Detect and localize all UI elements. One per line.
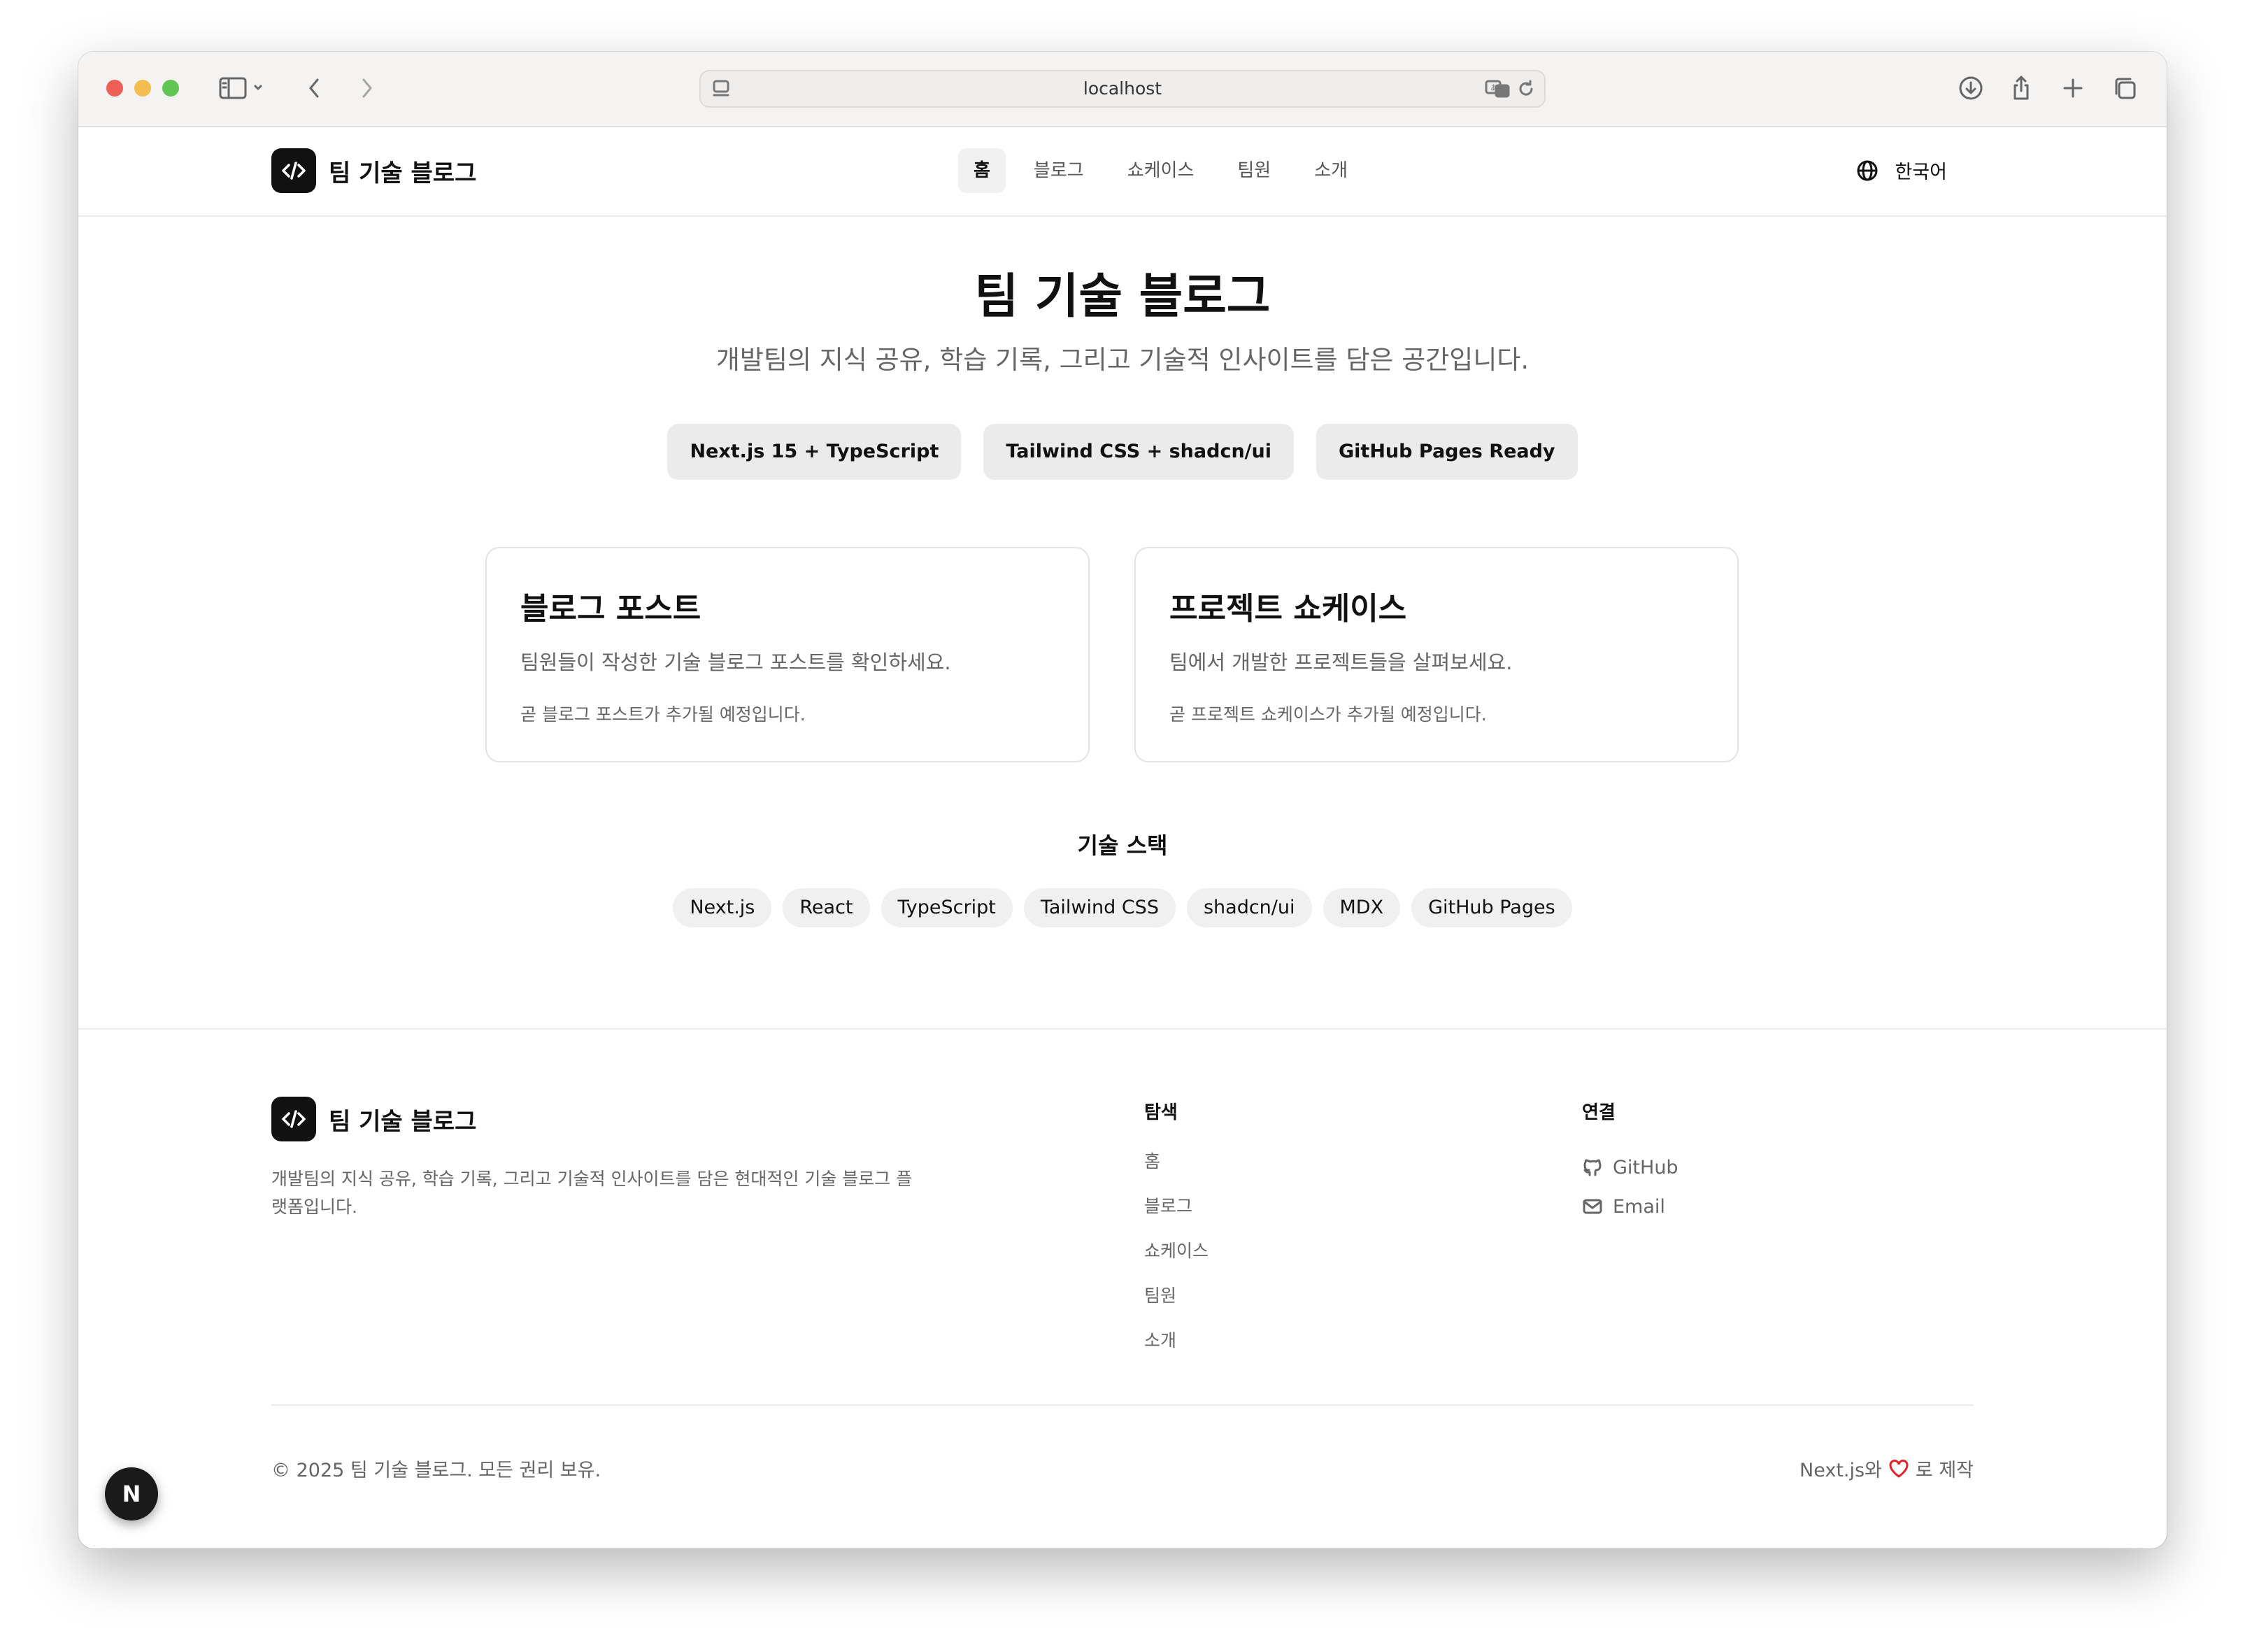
copyright-text: © 2025 팀 기술 블로그. 모든 권리 보유.	[271, 1460, 601, 1481]
tech-pill: MDX	[1323, 888, 1401, 927]
project-showcase-card[interactable]: 프로젝트 쇼케이스 팀에서 개발한 프로젝트들을 살펴보세요. 곧 프로젝트 쇼…	[1134, 547, 1739, 762]
sidebar-icon	[219, 77, 262, 99]
footer-logo[interactable]: 팀 기술 블로그	[271, 1097, 476, 1141]
browser-toolbar: localhost あ	[78, 52, 2167, 127]
reload-icon[interactable]	[1516, 78, 1536, 102]
plus-icon	[2063, 78, 2083, 98]
footer-explore-title: 탐색	[1144, 1102, 1178, 1123]
footer-email-link[interactable]: Email	[1582, 1187, 1679, 1226]
globe-icon	[1857, 160, 1878, 180]
forward-button[interactable]	[352, 73, 380, 104]
site-logo-text: 팀 기술 블로그	[329, 159, 477, 187]
footer-divider	[271, 1404, 1974, 1406]
github-label: GitHub	[1613, 1156, 1679, 1179]
footer-connect-title: 연결	[1582, 1102, 1616, 1123]
card-description: 팀에서 개발한 프로젝트들을 살펴보세요.	[1169, 650, 1513, 674]
chevron-right-icon	[362, 78, 372, 98]
nextjs-dev-badge[interactable]: N	[105, 1467, 158, 1521]
nav-about[interactable]: 소개	[1299, 148, 1363, 193]
chevron-left-icon	[309, 78, 319, 98]
tab-overview-button[interactable]	[2109, 73, 2140, 104]
feature-chip: GitHub Pages Ready	[1316, 424, 1578, 480]
heart-icon	[1889, 1459, 1909, 1478]
card-title: 블로그 포스트	[520, 591, 701, 627]
back-button[interactable]	[301, 73, 329, 104]
tech-stack-title: 기술 스택	[1077, 832, 1168, 859]
footer-description: 개발팀의 지식 공유, 학습 기록, 그리고 기술적 인사이트를 담은 현대적인…	[271, 1169, 913, 1217]
language-label: 한국어	[1895, 162, 1947, 183]
tech-pill: GitHub Pages	[1411, 888, 1572, 927]
site-header: 팀 기술 블로그 홈 블로그 쇼케이스 팀원 소개 한국어	[78, 126, 2167, 217]
downloads-button[interactable]	[1955, 73, 1986, 104]
card-title: 프로젝트 쇼케이스	[1169, 591, 1407, 627]
card-status: 곧 블로그 포스트가 추가될 예정입니다.	[520, 704, 806, 725]
feature-chip: Tailwind CSS + shadcn/ui	[983, 424, 1295, 480]
github-icon	[1583, 1159, 1602, 1176]
share-icon	[2014, 76, 2029, 100]
made-with-text: Next.js와 로 제작	[1799, 1455, 1974, 1482]
nav-blog[interactable]: 블로그	[1018, 148, 1099, 193]
footer-link-home[interactable]: 홈	[1144, 1148, 1209, 1192]
new-tab-button[interactable]	[2058, 73, 2088, 104]
sidebar-toggle-button[interactable]	[214, 73, 270, 104]
share-button[interactable]	[2006, 73, 2037, 104]
site-footer: 팀 기술 블로그 개발팀의 지식 공유, 학습 기록, 그리고 기술적 인사이트…	[78, 1028, 2167, 1548]
tech-pill: Next.js	[673, 888, 772, 927]
tech-stack-list: Next.js React TypeScript Tailwind CSS sh…	[78, 888, 2167, 927]
card-status: 곧 프로젝트 쇼케이스가 추가될 예정입니다.	[1169, 704, 1487, 725]
mail-icon	[1583, 1199, 1602, 1214]
main-nav: 홈 블로그 쇼케이스 팀원 소개	[958, 148, 1363, 193]
address-text: localhost	[1083, 78, 1162, 99]
svg-text:あ: あ	[1490, 83, 1498, 92]
footer-explore: 탐색 홈 블로그 쇼케이스 팀원 소개	[1144, 1098, 1209, 1372]
code-icon	[271, 148, 316, 193]
site-logo[interactable]: 팀 기술 블로그	[271, 148, 476, 193]
zoom-window-button[interactable]	[162, 80, 179, 97]
web-page: 팀 기술 블로그 홈 블로그 쇼케이스 팀원 소개 한국어 팀 기술 블로그 개…	[78, 126, 2167, 1548]
nav-home[interactable]: 홈	[958, 148, 1006, 193]
minimize-window-button[interactable]	[134, 80, 151, 97]
footer-link-blog[interactable]: 블로그	[1144, 1192, 1209, 1237]
footer-github-link[interactable]: GitHub	[1582, 1148, 1679, 1187]
made-with-suffix: 로 제작	[1915, 1460, 1974, 1481]
tech-pill: TypeScript	[881, 888, 1013, 927]
card-description: 팀원들이 작성한 기술 블로그 포스트를 확인하세요.	[520, 650, 951, 674]
made-with-prefix: Next.js와	[1799, 1460, 1882, 1481]
browser-window: localhost あ 팀 기술 블로그 홈 블로그 쇼케이스 팀원 소개 한국…	[78, 52, 2167, 1548]
hero-subtitle: 개발팀의 지식 공유, 학습 기록, 그리고 기술적 인사이트를 담은 공간입니…	[715, 345, 1530, 375]
address-bar[interactable]: localhost あ	[699, 70, 1546, 108]
email-label: Email	[1613, 1195, 1665, 1218]
footer-logo-text: 팀 기술 블로그	[329, 1107, 477, 1136]
feature-chip: Next.js 15 + TypeScript	[667, 424, 962, 480]
footer-link-about[interactable]: 소개	[1144, 1327, 1209, 1372]
tech-pill: Tailwind CSS	[1023, 888, 1176, 927]
tech-pill: React	[783, 888, 870, 927]
blog-posts-card[interactable]: 블로그 포스트 팀원들이 작성한 기술 블로그 포스트를 확인하세요. 곧 블로…	[485, 547, 1090, 762]
language-switcher[interactable]: 한국어	[1855, 157, 1947, 184]
footer-link-team[interactable]: 팀원	[1144, 1282, 1209, 1327]
close-window-button[interactable]	[106, 80, 123, 97]
tech-pill: shadcn/ui	[1186, 888, 1312, 927]
hero-title: 팀 기술 블로그	[974, 269, 1271, 325]
translate-icon[interactable]: あ	[1484, 78, 1512, 102]
nav-showcase[interactable]: 쇼케이스	[1112, 148, 1210, 193]
tabs-icon	[2115, 78, 2136, 99]
code-icon	[271, 1097, 316, 1141]
download-icon	[1959, 76, 1983, 100]
nav-team[interactable]: 팀원	[1222, 148, 1286, 193]
feature-chips: Next.js 15 + TypeScript Tailwind CSS + s…	[78, 424, 2167, 480]
footer-link-showcase[interactable]: 쇼케이스	[1144, 1237, 1209, 1282]
footer-connect: 연결 GitHub Email	[1582, 1098, 1679, 1226]
